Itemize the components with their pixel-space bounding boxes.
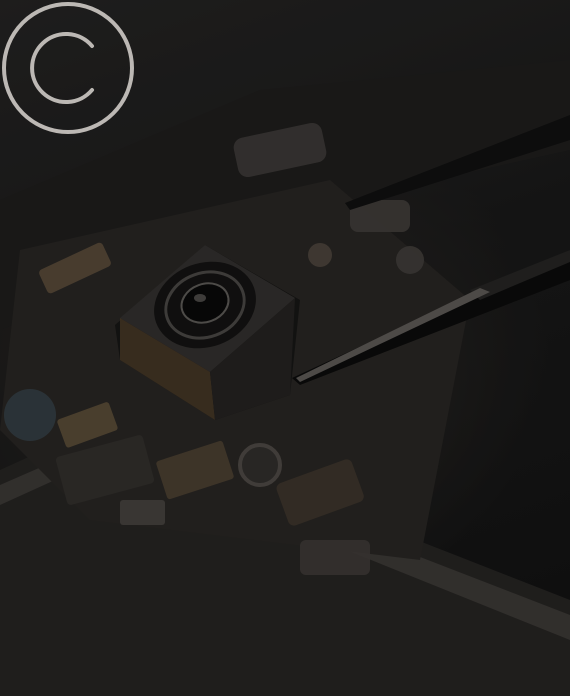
chip (300, 540, 370, 575)
chip (120, 500, 165, 525)
round-component (4, 389, 56, 441)
phone-repair-scene (0, 60, 570, 696)
background-photo (0, 0, 570, 696)
round-component (396, 246, 424, 274)
round-component (238, 443, 282, 487)
round-component (308, 243, 332, 267)
